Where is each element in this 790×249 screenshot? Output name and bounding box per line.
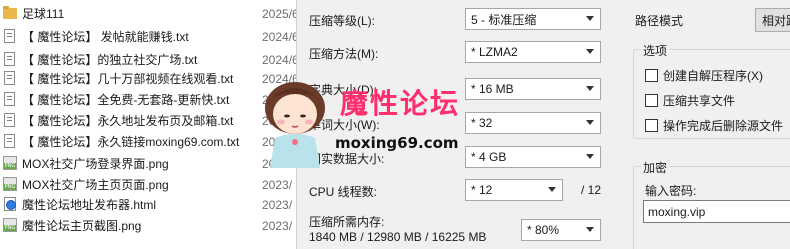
dictionary-size-label: 字典大小(D): bbox=[309, 83, 377, 97]
delete-source-label: 操作完成后删除源文件 bbox=[663, 119, 784, 133]
word-size-label: 单词大小(W): bbox=[309, 118, 380, 132]
cpu-threads-total: / 12 bbox=[581, 183, 602, 197]
file-date: 2024/6 bbox=[262, 71, 299, 86]
memory-percent-value: * 80% bbox=[527, 223, 560, 237]
word-size-value: * 32 bbox=[471, 116, 493, 130]
file-name: MOX社交广场主页页面.png bbox=[22, 178, 169, 192]
file-date: 2024/6 bbox=[262, 113, 299, 128]
file-row[interactable]: MOX社交广场主页页面.png 2023/ bbox=[0, 175, 300, 194]
checkbox-box[interactable] bbox=[645, 119, 658, 132]
compression-method-label: 压缩方法(M): bbox=[309, 47, 379, 61]
solid-block-size-value: * 4 GB bbox=[471, 150, 507, 164]
file-date: 2023/ bbox=[262, 197, 293, 212]
memory-usage-value: 1840 MB / 12980 MB / 16225 MB bbox=[309, 230, 487, 244]
file-date: 2024/6 bbox=[262, 134, 299, 149]
file-name: MOX社交广场登录界面.png bbox=[22, 157, 169, 171]
path-mode-value: 相对路 bbox=[762, 13, 790, 28]
folder-icon bbox=[3, 6, 17, 21]
text-file-icon bbox=[3, 52, 17, 67]
file-row[interactable]: 【 魔性论坛】永久地址发布页及邮箱.txt 2024/6 bbox=[0, 111, 300, 130]
cpu-threads-select[interactable]: * 12 bbox=[465, 179, 563, 201]
compression-level-select[interactable]: 5 - 标准压缩 bbox=[465, 8, 601, 30]
text-file-icon bbox=[3, 113, 17, 128]
file-row[interactable]: 魔性论坛地址发布器.html 2023/ bbox=[0, 195, 300, 214]
password-input[interactable]: moxing.vip bbox=[643, 200, 790, 223]
compress-shared-label: 压缩共享文件 bbox=[663, 94, 736, 108]
file-row[interactable]: 【 魔性论坛】几十万部视频在线观看.txt 2024/6 bbox=[0, 69, 300, 88]
file-name: 【 魔性论坛】的独立社交广场.txt bbox=[22, 53, 198, 67]
file-date: 2024/6 bbox=[262, 29, 299, 44]
compression-level-value: 5 - 标准压缩 bbox=[471, 12, 537, 27]
memory-usage-label: 压缩所需内存: bbox=[309, 215, 385, 229]
file-list: 足球111 2025/6 【 魔性论坛】 发帖就能赚钱.txt 2024/6 【 魔性论… bbox=[0, 0, 300, 249]
chevron-down-icon bbox=[586, 227, 594, 232]
create-sfx-label: 创建自解压程序(X) bbox=[663, 69, 763, 83]
chevron-down-icon bbox=[586, 49, 594, 54]
memory-percent-select[interactable]: * 80% bbox=[521, 219, 601, 241]
text-file-icon bbox=[3, 29, 17, 44]
path-mode-label: 路径模式 bbox=[635, 14, 684, 28]
checkbox-box[interactable] bbox=[645, 94, 658, 107]
text-file-icon bbox=[3, 134, 17, 149]
chevron-down-icon bbox=[586, 86, 594, 91]
cpu-threads-value: * 12 bbox=[471, 183, 493, 197]
compression-method-select[interactable]: * LZMA2 bbox=[465, 41, 601, 63]
file-date: 2025/6 bbox=[262, 6, 299, 21]
path-mode-select[interactable]: 相对路 bbox=[755, 8, 790, 32]
password-value: moxing.vip bbox=[648, 204, 706, 219]
file-name: 魔性论坛主页截图.png bbox=[22, 219, 142, 233]
text-file-icon bbox=[3, 71, 17, 86]
file-name: 【 魔性论坛】永久地址发布页及邮箱.txt bbox=[22, 114, 234, 128]
file-name: 【 魔性论坛】全免费-无套路-更新快.txt bbox=[22, 93, 230, 107]
image-file-icon bbox=[3, 177, 17, 192]
text-file-icon bbox=[3, 92, 17, 107]
chevron-down-icon bbox=[586, 16, 594, 21]
file-row[interactable]: 【 魔性论坛】永久链接moxing69.com.txt 2024/6 bbox=[0, 132, 300, 151]
solid-block-size-label: 固实数据大小: bbox=[309, 152, 385, 166]
file-date: 2023/ bbox=[262, 156, 293, 171]
compression-level-label: 压缩等级(L): bbox=[309, 14, 376, 28]
dictionary-size-select[interactable]: * 16 MB bbox=[465, 78, 601, 100]
file-row[interactable]: MOX社交广场登录界面.png 2023/ bbox=[0, 154, 300, 173]
cpu-threads-label: CPU 线程数: bbox=[309, 185, 378, 199]
create-sfx-checkbox[interactable]: 创建自解压程序(X) bbox=[645, 67, 763, 84]
delete-source-checkbox[interactable]: 操作完成后删除源文件 bbox=[645, 117, 783, 134]
image-file-icon bbox=[3, 156, 17, 171]
file-name: 【 魔性论坛】永久链接moxing69.com.txt bbox=[22, 135, 240, 149]
options-group-title: 选项 bbox=[641, 42, 670, 59]
file-row[interactable]: 魔性论坛主页截图.png 2023/ bbox=[0, 216, 300, 235]
file-date: 2024/6 bbox=[262, 92, 299, 107]
file-name: 【 魔性论坛】 发帖就能赚钱.txt bbox=[22, 30, 189, 44]
file-row[interactable]: 【 魔性论坛】的独立社交广场.txt 2024/6 bbox=[0, 50, 300, 69]
file-date: 2023/ bbox=[262, 177, 293, 192]
chevron-down-icon bbox=[586, 120, 594, 125]
word-size-select[interactable]: * 32 bbox=[465, 112, 601, 134]
image-file-icon bbox=[3, 218, 17, 233]
file-date: 2024/6 bbox=[262, 52, 299, 67]
file-name: 魔性论坛地址发布器.html bbox=[22, 198, 157, 212]
file-row[interactable]: 足球111 2025/6 bbox=[0, 4, 300, 23]
file-row[interactable]: 【 魔性论坛】 发帖就能赚钱.txt 2024/6 bbox=[0, 27, 300, 46]
dictionary-size-value: * 16 MB bbox=[471, 82, 514, 96]
checkbox-box[interactable] bbox=[645, 69, 658, 82]
solid-block-size-select[interactable]: * 4 GB bbox=[465, 146, 601, 168]
chevron-down-icon bbox=[586, 154, 594, 159]
chevron-down-icon bbox=[548, 187, 556, 192]
file-date: 2023/ bbox=[262, 218, 293, 233]
archive-dialog: 压缩等级(L): 5 - 标准压缩 压缩方法(M): * LZMA2 字典大小(… bbox=[296, 0, 790, 249]
compress-shared-checkbox[interactable]: 压缩共享文件 bbox=[645, 92, 735, 109]
file-row[interactable]: 【 魔性论坛】全免费-无套路-更新快.txt 2024/6 bbox=[0, 90, 300, 109]
compression-method-value: * LZMA2 bbox=[471, 45, 518, 59]
encryption-group-title: 加密 bbox=[641, 159, 670, 176]
file-name: 足球111 bbox=[22, 7, 65, 21]
file-name: 【 魔性论坛】几十万部视频在线观看.txt bbox=[22, 72, 234, 86]
password-label: 输入密码: bbox=[645, 184, 697, 198]
html-file-icon bbox=[3, 197, 17, 212]
